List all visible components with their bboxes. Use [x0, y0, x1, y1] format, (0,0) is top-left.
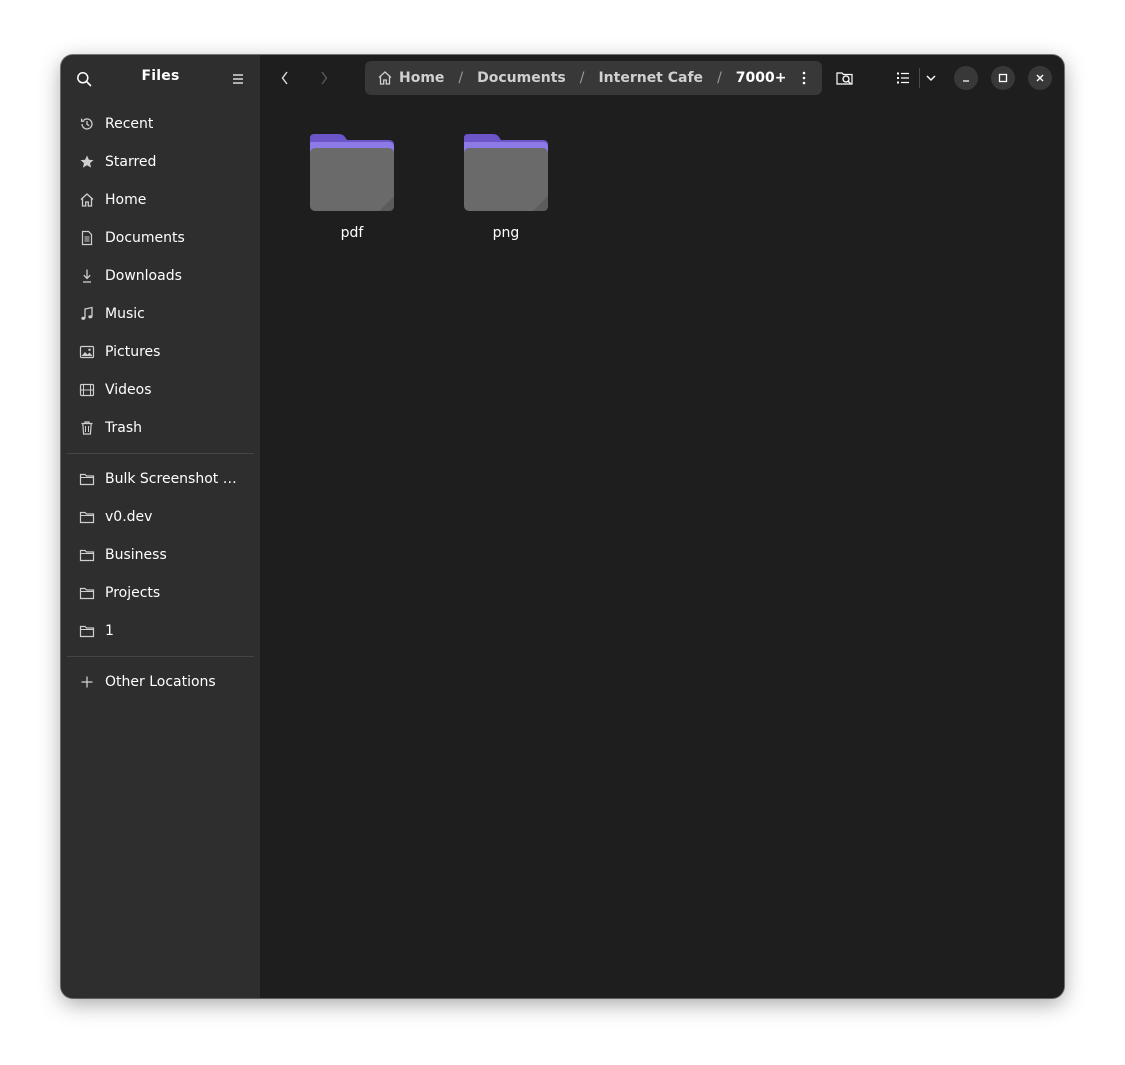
sidebar-item-label: Downloads	[105, 268, 182, 284]
maximize-button[interactable]	[991, 66, 1015, 90]
sidebar-item-label: Trash	[105, 420, 142, 436]
music-icon	[79, 306, 95, 322]
breadcrumb-separator: /	[579, 70, 585, 86]
download-icon	[79, 268, 95, 284]
video-icon	[79, 382, 95, 398]
list-view-icon	[897, 72, 909, 84]
sidebar-item-label: Music	[105, 306, 145, 322]
folder-item-png[interactable]: png	[451, 132, 561, 241]
folder-search-icon	[836, 72, 853, 85]
back-button[interactable]	[273, 66, 297, 90]
sidebar-separator	[67, 453, 254, 454]
sidebar-separator	[67, 656, 254, 657]
list-view-button[interactable]	[891, 66, 915, 90]
kebab-menu-icon	[802, 71, 806, 85]
sidebar-item-label: Other Locations	[105, 674, 216, 690]
sidebar-item-label: Home	[105, 192, 147, 208]
folder-icon	[79, 623, 95, 639]
breadcrumb-current[interactable]: 7000+	[736, 70, 787, 86]
sidebar: Files Recent Starred Home Documents Down…	[61, 55, 260, 998]
sidebar-item-downloads[interactable]: Downloads	[67, 257, 254, 295]
maximize-icon	[998, 73, 1008, 83]
sidebar-item-music[interactable]: Music	[67, 295, 254, 333]
file-name: png	[492, 225, 520, 241]
folder-icon	[79, 547, 95, 563]
view-options-button[interactable]	[920, 66, 942, 90]
search-folder-button[interactable]	[833, 66, 857, 90]
home-icon	[79, 192, 95, 208]
close-icon	[1036, 74, 1044, 82]
chevron-left-icon	[281, 71, 288, 85]
clock-icon	[79, 116, 95, 132]
document-icon	[79, 230, 95, 246]
sidebar-item-label: v0.dev	[105, 509, 153, 525]
sidebar-item-bookmark[interactable]: Projects	[67, 574, 254, 612]
breadcrumb-documents[interactable]: Documents	[477, 70, 566, 86]
file-name: pdf	[340, 225, 364, 241]
picture-icon	[79, 344, 95, 360]
breadcrumb-label: 7000+	[735, 70, 787, 86]
content-area: Home / Documents / Internet Cafe / 7000+	[260, 55, 1064, 998]
minimize-icon	[963, 80, 969, 82]
breadcrumb-label: Internet Cafe	[598, 70, 704, 86]
sidebar-item-label: 1	[105, 623, 114, 639]
chevron-down-icon	[926, 75, 936, 81]
sidebar-item-other-locations[interactable]: Other Locations	[67, 663, 254, 701]
breadcrumb-home[interactable]: Home	[377, 70, 444, 86]
sidebar-item-trash[interactable]: Trash	[67, 409, 254, 447]
path-bar: Home / Documents / Internet Cafe / 7000+	[365, 61, 822, 95]
sidebar-item-bookmark[interactable]: 1	[67, 612, 254, 650]
home-icon	[378, 71, 392, 85]
folder-icon	[79, 585, 95, 601]
file-manager-window: Files Recent Starred Home Documents Down…	[61, 55, 1064, 998]
plus-icon	[79, 674, 95, 690]
sidebar-item-bookmark[interactable]: v0.dev	[67, 498, 254, 536]
forward-button[interactable]	[312, 66, 336, 90]
folder-icon	[79, 471, 95, 487]
breadcrumb-separator: /	[458, 70, 464, 86]
minimize-button[interactable]	[954, 66, 978, 90]
trash-icon	[79, 420, 95, 436]
breadcrumb-label: Documents	[477, 70, 566, 86]
sidebar-item-label: Documents	[105, 230, 185, 246]
sidebar-item-documents[interactable]: Documents	[67, 219, 254, 257]
close-button[interactable]	[1028, 66, 1052, 90]
hamburger-icon	[233, 74, 243, 84]
sidebar-item-label: Bulk Screenshot B…	[105, 471, 243, 487]
star-icon	[79, 154, 95, 170]
sidebar-item-bookmark[interactable]: Business	[67, 536, 254, 574]
sidebar-item-videos[interactable]: Videos	[67, 371, 254, 409]
sidebar-item-label: Recent	[105, 116, 154, 132]
sidebar-item-label: Projects	[105, 585, 161, 601]
sidebar-item-home[interactable]: Home	[67, 181, 254, 219]
sidebar-item-label: Pictures	[105, 344, 161, 360]
breadcrumb-label: Home	[399, 70, 445, 86]
chevron-right-icon	[321, 71, 328, 85]
folder-icon	[464, 134, 548, 211]
folder-menu-button[interactable]	[792, 66, 816, 90]
breadcrumb-internet-cafe[interactable]: Internet Cafe	[598, 70, 703, 86]
folder-icon	[79, 509, 95, 525]
sidebar-list: Recent Starred Home Documents Downloads …	[61, 105, 260, 701]
main-menu-button[interactable]	[226, 67, 250, 91]
sidebar-item-label: Videos	[105, 382, 152, 398]
sidebar-item-pictures[interactable]: Pictures	[67, 333, 254, 371]
sidebar-item-label: Business	[105, 547, 167, 563]
sidebar-item-label: Starred	[105, 154, 157, 170]
search-button[interactable]	[72, 67, 96, 91]
folder-icon	[310, 134, 394, 211]
breadcrumb-separator: /	[717, 70, 722, 86]
folder-item-pdf[interactable]: pdf	[297, 132, 407, 241]
sidebar-item-bookmark[interactable]: Bulk Screenshot B…	[67, 460, 254, 498]
sidebar-header: Files	[61, 55, 260, 101]
search-icon	[77, 72, 92, 87]
sidebar-item-recent[interactable]: Recent	[67, 105, 254, 143]
sidebar-item-starred[interactable]: Starred	[67, 143, 254, 181]
